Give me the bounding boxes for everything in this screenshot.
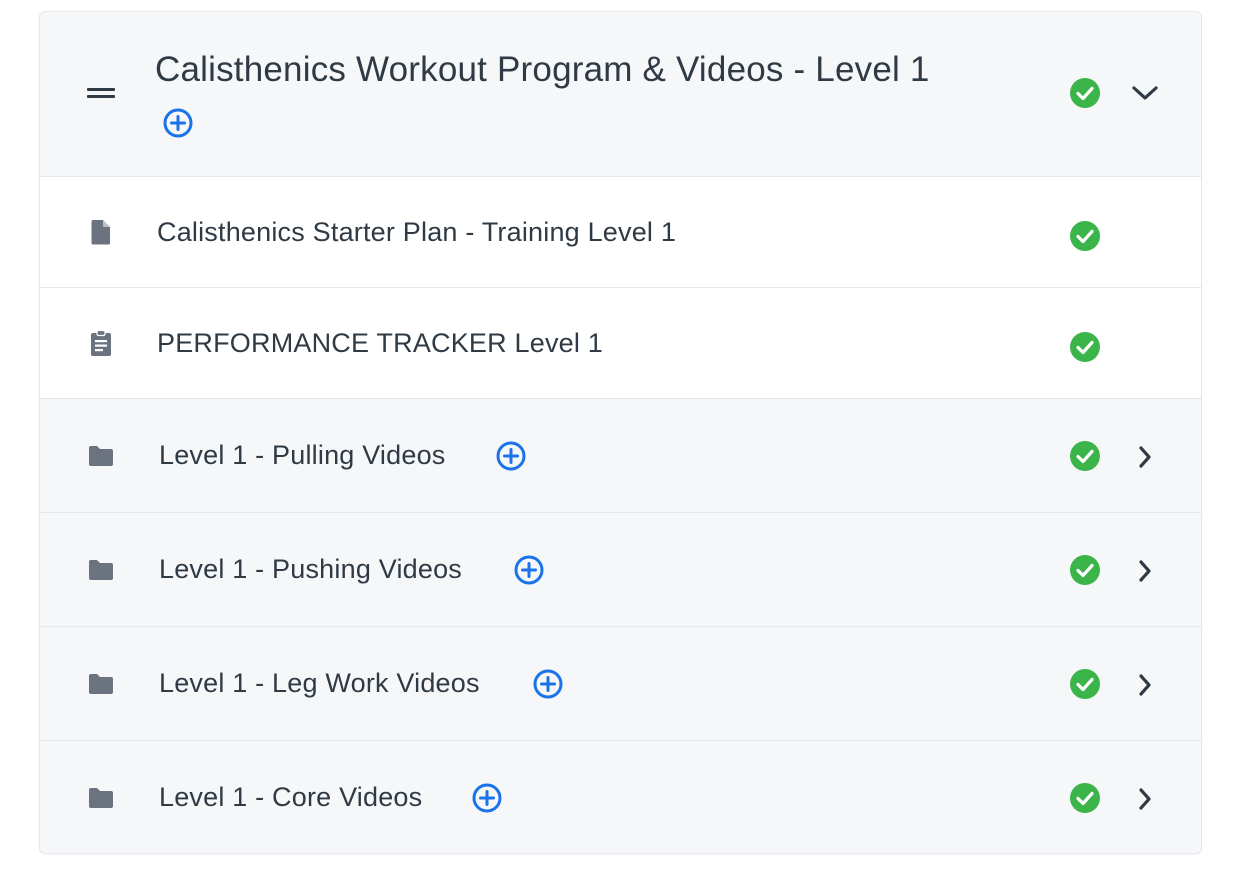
check-circle-icon (1069, 782, 1101, 814)
folder-row[interactable]: Level 1 - Leg Work Videos (40, 627, 1201, 741)
add-circle-icon[interactable] (495, 440, 527, 472)
item-label[interactable]: Level 1 - Core Videos (159, 782, 422, 813)
module-header[interactable]: Calisthenics Workout Program & Videos - … (40, 12, 1201, 177)
folder-icon (87, 556, 115, 584)
folder-row[interactable]: Level 1 - Core Videos (40, 741, 1201, 853)
item-label[interactable]: Level 1 - Pulling Videos (159, 440, 445, 471)
check-circle-icon (1070, 78, 1100, 108)
module-title: Calisthenics Workout Program & Videos - … (155, 50, 930, 89)
folder-icon (87, 442, 115, 470)
check-circle-icon (1069, 554, 1101, 586)
item-label[interactable]: PERFORMANCE TRACKER Level 1 (157, 328, 603, 359)
item-label[interactable]: Level 1 - Pushing Videos (159, 554, 462, 585)
item-label[interactable]: Level 1 - Leg Work Videos (159, 668, 480, 699)
folder-icon (87, 670, 115, 698)
chevron-down-icon[interactable] (1131, 82, 1159, 104)
chevron-right-icon[interactable] (1136, 444, 1154, 470)
clipboard-icon (87, 329, 115, 357)
check-circle-icon (1069, 331, 1101, 363)
file-row[interactable]: Calisthenics Starter Plan - Training Lev… (40, 177, 1201, 288)
folder-row[interactable]: Level 1 - Pulling Videos (40, 399, 1201, 513)
check-circle-icon (1069, 440, 1101, 472)
item-label[interactable]: Calisthenics Starter Plan - Training Lev… (157, 217, 676, 248)
add-circle-icon[interactable] (471, 782, 503, 814)
chevron-right-icon[interactable] (1136, 558, 1154, 584)
chevron-right-icon[interactable] (1136, 672, 1154, 698)
check-circle-icon (1069, 668, 1101, 700)
document-icon (87, 218, 115, 246)
check-circle-icon (1069, 220, 1101, 252)
module-panel: Calisthenics Workout Program & Videos - … (39, 11, 1202, 854)
folder-row[interactable]: Level 1 - Pushing Videos (40, 513, 1201, 627)
folder-icon (87, 784, 115, 812)
add-circle-icon[interactable] (513, 554, 545, 586)
add-circle-icon[interactable] (532, 668, 564, 700)
drag-handle-icon[interactable] (87, 88, 115, 100)
chevron-right-icon[interactable] (1136, 786, 1154, 812)
add-circle-icon[interactable] (162, 107, 194, 139)
module-items-list: Calisthenics Starter Plan - Training Lev… (40, 177, 1201, 853)
file-row[interactable]: PERFORMANCE TRACKER Level 1 (40, 288, 1201, 399)
